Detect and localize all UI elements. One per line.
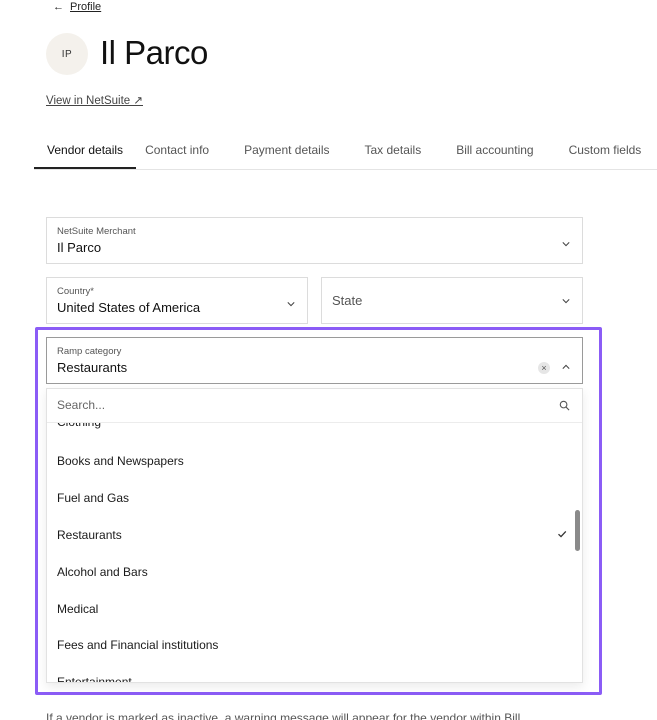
checkmark-icon [558,530,567,538]
country-label: Country* [57,286,94,297]
option-alcohol-and-bars[interactable]: Alcohol and Bars [47,553,582,590]
country-select[interactable]: Country* United States of America [46,277,308,324]
chevron-down-icon [562,242,570,247]
option-medical[interactable]: Medical [47,590,582,627]
tab-payment-details[interactable]: Payment details [244,133,329,169]
option-fuel-and-gas[interactable]: Fuel and Gas [47,479,582,516]
chevron-up-icon[interactable] [562,363,570,371]
category-value: Restaurants [57,360,128,375]
view-in-netsuite-link[interactable]: View in NetSuite ↗ [46,93,143,107]
dropdown-options-list: Clothing Books and Newspapers Fuel and G… [47,423,582,683]
option-clothing[interactable]: Clothing [47,423,582,440]
merchant-value: Il Parco [57,240,102,255]
clear-icon[interactable]: × [538,362,550,374]
tab-bar: Vendor details Contact info Payment deta… [34,133,657,170]
chevron-down-icon [287,302,295,307]
option-books-and-newspapers[interactable]: Books and Newspapers [47,442,582,479]
page-title: Il Parco [100,34,208,71]
option-fees-and-financial-institutions[interactable]: Fees and Financial institutions [47,626,582,663]
category-search-input[interactable] [57,398,537,412]
option-restaurants[interactable]: Restaurants [47,516,582,553]
state-select[interactable]: State [321,277,583,324]
option-label: Restaurants [57,527,122,542]
ramp-category-select[interactable]: Ramp category Restaurants × [46,337,583,384]
active-status-help-text: If a vendor is marked as inactive, a war… [46,711,521,720]
back-link-label: Profile [70,1,102,13]
tab-tax-details[interactable]: Tax details [365,133,422,169]
chevron-down-icon [562,299,570,304]
tab-vendor-details[interactable]: Vendor details [34,133,137,169]
arrow-left-icon: ← [53,1,64,13]
category-label: Ramp category [57,346,122,357]
tab-custom-fields[interactable]: Custom fields [569,133,642,169]
dropdown-search-row [47,389,582,423]
state-placeholder: State [332,293,363,308]
search-icon [559,400,570,411]
category-dropdown-menu: Clothing Books and Newspapers Fuel and G… [46,388,583,683]
tab-contact-info[interactable]: Contact info [145,133,209,169]
tab-bill-accounting[interactable]: Bill accounting [456,133,533,169]
merchant-label: NetSuite Merchant [57,226,136,237]
back-to-profile-link[interactable]: ← Profile [53,1,101,13]
dropdown-scrollbar[interactable] [575,510,580,551]
option-entertainment[interactable]: Entertainment [47,663,582,683]
country-value: United States of America [57,300,201,315]
avatar: IP [46,33,88,75]
netsuite-merchant-select[interactable]: NetSuite Merchant Il Parco [46,217,583,264]
